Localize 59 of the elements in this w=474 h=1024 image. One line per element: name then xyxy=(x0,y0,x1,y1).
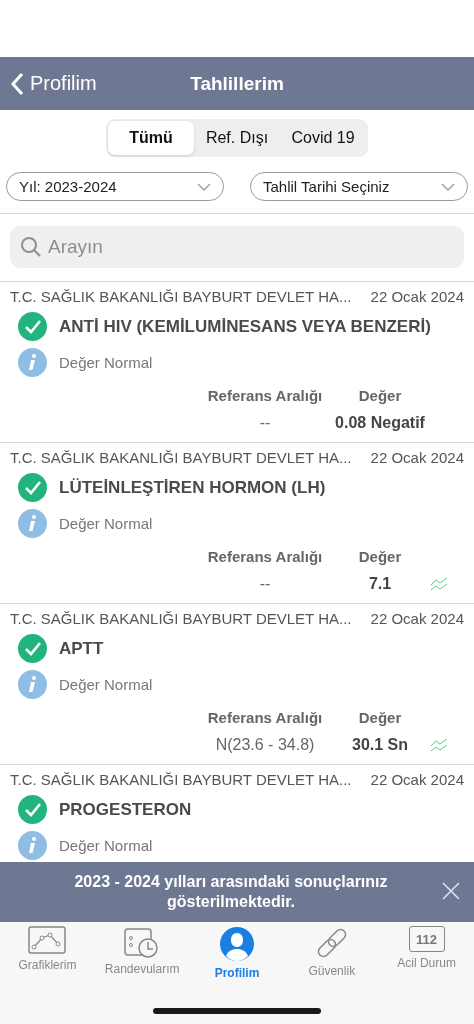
check-icon xyxy=(18,473,47,502)
reference-range: -- xyxy=(258,575,272,593)
chart-icon xyxy=(28,926,67,954)
filter-dropdown[interactable]: Tahlil Tarihi Seçiniz xyxy=(250,172,468,201)
reference-range: -- xyxy=(258,414,272,432)
tab-bar-item[interactable]: 112 Acil Durum xyxy=(380,926,473,982)
reference-header: Referans Aralığı xyxy=(206,709,324,726)
toast-message: 2023 - 2024 yılları arasındaki sonuçlarınız gösterilmektedir. xyxy=(73,872,389,912)
chevron-down-icon xyxy=(441,182,455,191)
test-name: APTT xyxy=(59,638,104,659)
chevron-left-icon xyxy=(10,71,24,96)
hospital-name: T.C. SAĞLIK BAKANLIĞI BAYBURT DEVLET HA... xyxy=(10,449,352,466)
value-header: Değer xyxy=(357,387,403,404)
info-icon xyxy=(18,348,47,377)
tab-bar-item[interactable]: Grafiklerim xyxy=(1,926,94,982)
info-icon xyxy=(18,831,47,860)
tab-bar-item[interactable]: Randevularım xyxy=(96,926,189,982)
hospital-name: T.C. SAĞLIK BAKANLIĞI BAYBURT DEVLET HA... xyxy=(10,610,352,627)
result-date: 22 Ocak 2024 xyxy=(370,610,464,627)
value-header: Değer xyxy=(357,548,403,565)
hospital-name: T.C. SAĞLIK BAKANLIĞI BAYBURT DEVLET HA... xyxy=(10,288,352,305)
test-name: ANTİ HIV (KEMİLUMİNESANS VEYA BENZERİ) xyxy=(59,316,431,337)
segment-tab[interactable]: Tümü xyxy=(108,121,194,155)
filter-dropdown[interactable]: Yıl: 2023-2024 xyxy=(6,172,224,201)
reference-header: Referans Aralığı xyxy=(206,387,324,404)
search-icon xyxy=(20,236,42,258)
back-button[interactable]: Profilim xyxy=(10,71,97,96)
result-date: 22 Ocak 2024 xyxy=(370,288,464,305)
result-date: 22 Ocak 2024 xyxy=(370,771,464,788)
tab-bar-item[interactable]: Profilim xyxy=(191,926,283,982)
info-icon xyxy=(18,509,47,538)
segment-tab[interactable]: Ref. Dışı xyxy=(194,121,280,155)
reference-header: Referans Aralığı xyxy=(206,548,324,565)
segment-tab[interactable]: Covid 19 xyxy=(280,121,366,155)
calendar-clock-icon xyxy=(124,926,161,958)
result-value: 0.08 Negatif xyxy=(334,414,426,432)
hospital-name: T.C. SAĞLIK BAKANLIĞI BAYBURT DEVLET HA... xyxy=(10,771,352,788)
check-icon xyxy=(18,795,47,824)
check-icon xyxy=(18,312,47,341)
test-name: PROGESTERON xyxy=(59,799,192,820)
test-name: LÜTEİNLEŞTİREN HORMON (LH) xyxy=(59,477,326,498)
profile-icon xyxy=(219,926,255,962)
status-text: Değer Normal xyxy=(59,515,153,532)
status-text: Değer Normal xyxy=(59,354,153,371)
emergency-number-icon: 112 xyxy=(408,926,445,952)
result-value: 30.1 Sn xyxy=(351,736,409,754)
check-icon xyxy=(18,634,47,663)
trend-icon[interactable] xyxy=(430,577,448,591)
tab-bar-item[interactable]: Güvenlik xyxy=(285,926,378,982)
value-header: Değer xyxy=(357,709,403,726)
info-icon xyxy=(18,670,47,699)
status-text: Değer Normal xyxy=(59,837,153,854)
result-value: 7.1 xyxy=(367,575,393,593)
page-title: Tahlillerim xyxy=(190,72,284,95)
trend-icon[interactable] xyxy=(430,738,448,752)
chevron-down-icon xyxy=(197,182,211,191)
reference-range: N(23.6 - 34.8) xyxy=(214,736,316,754)
status-text: Değer Normal xyxy=(59,676,153,693)
result-date: 22 Ocak 2024 xyxy=(370,449,464,466)
